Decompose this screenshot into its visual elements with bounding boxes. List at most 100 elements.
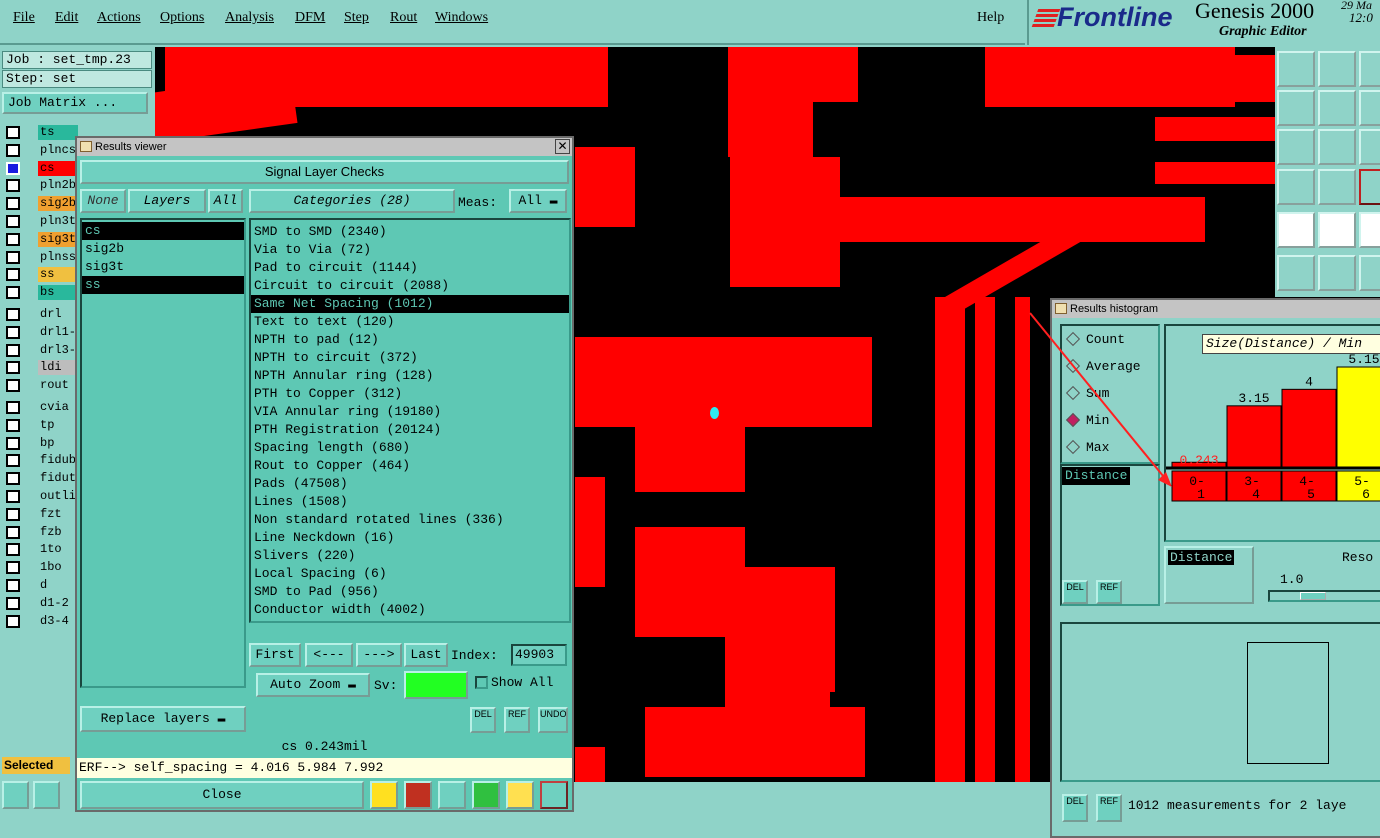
layer-row[interactable]: d3-4 xyxy=(4,613,78,629)
toolbox-button-10[interactable] xyxy=(1277,169,1315,205)
layer-name[interactable]: fzt xyxy=(38,506,78,522)
layer-checkbox[interactable] xyxy=(6,579,20,592)
toolbox-button-4[interactable] xyxy=(1277,90,1315,126)
layer-name[interactable]: rout xyxy=(38,378,78,394)
result-layer-item[interactable]: sig2b xyxy=(82,240,244,258)
layer-row[interactable]: ts xyxy=(4,125,78,140)
prev-button[interactable]: <--- xyxy=(305,643,353,667)
category-item[interactable]: PTH Registration (20124) xyxy=(251,421,569,439)
layer-row[interactable]: ldi xyxy=(4,360,78,376)
layer-checkbox[interactable] xyxy=(6,343,20,357)
next-button[interactable]: ---> xyxy=(356,643,402,667)
layer-checkbox[interactable] xyxy=(6,161,20,175)
layer-checkbox[interactable] xyxy=(6,596,20,610)
layer-name[interactable]: sig3t xyxy=(38,231,78,247)
layer-name[interactable]: drl3- xyxy=(38,342,78,358)
distance-field[interactable]: Distance xyxy=(1164,546,1254,604)
category-item[interactable]: NPTH Annular ring (128) xyxy=(251,367,569,385)
layer-name[interactable]: plncs xyxy=(38,142,78,158)
tool-measure-icon[interactable] xyxy=(33,781,60,809)
layer-row[interactable]: fzb xyxy=(4,524,78,540)
radio-icon[interactable] xyxy=(1065,412,1081,428)
histogram-icon[interactable] xyxy=(540,781,568,809)
layer-checkbox[interactable] xyxy=(6,361,20,375)
layer-name[interactable]: cvia xyxy=(38,400,78,415)
report-icon[interactable] xyxy=(506,781,534,809)
layer-checkbox[interactable] xyxy=(6,436,20,450)
toolbox-button-11[interactable] xyxy=(1318,169,1356,205)
layer-checkbox[interactable] xyxy=(6,525,20,539)
menu-windows[interactable]: Windows xyxy=(435,10,488,26)
category-item[interactable]: Pad to circuit (1144) xyxy=(251,259,569,277)
category-item[interactable]: Same Net Spacing (1012) xyxy=(251,295,569,313)
toolbox-button-2[interactable] xyxy=(1318,51,1356,87)
layer-name[interactable]: ts xyxy=(38,125,78,140)
reso-slider[interactable] xyxy=(1268,590,1380,602)
layer-name[interactable]: d3-4 xyxy=(38,613,78,629)
category-item[interactable]: Circuit to circuit (2088) xyxy=(251,277,569,295)
menu-analysis[interactable]: Analysis xyxy=(225,10,274,26)
layer-checkbox[interactable] xyxy=(6,232,20,246)
tool-zoom-icon[interactable] xyxy=(2,781,29,809)
layer-row[interactable]: pln3t xyxy=(4,214,78,229)
layer-results-list[interactable]: cs sig2b sig3t ss xyxy=(80,218,246,688)
layer-checkbox[interactable] xyxy=(6,614,20,628)
layer-name[interactable]: ldi xyxy=(38,360,78,376)
layer-row[interactable]: sig3t xyxy=(4,231,78,247)
category-item[interactable]: SMD to Pad (956) xyxy=(251,583,569,601)
layer-row[interactable]: cs xyxy=(4,160,78,176)
layer-checkbox[interactable] xyxy=(6,197,20,211)
layer-row[interactable]: outli xyxy=(4,489,78,504)
layer-checkbox[interactable] xyxy=(6,418,20,432)
meas-dropdown[interactable]: All ▬ xyxy=(509,189,567,213)
window-menu-icon[interactable] xyxy=(1055,303,1067,314)
layers-button[interactable]: Layers xyxy=(128,189,206,213)
menu-options[interactable]: Options xyxy=(160,10,204,26)
toolbox-button-8[interactable] xyxy=(1318,129,1356,165)
result-layer-item[interactable]: sig3t xyxy=(82,258,244,276)
radio-icon[interactable] xyxy=(1065,439,1081,455)
no-ref-icon[interactable] xyxy=(438,781,466,809)
layer-checkbox[interactable] xyxy=(6,215,20,228)
show-all-checkbox[interactable] xyxy=(475,676,488,689)
field-item-distance[interactable]: Distance xyxy=(1062,467,1131,485)
index-field[interactable]: 49903 xyxy=(511,644,567,666)
layer-row[interactable]: tp xyxy=(4,417,78,433)
status-ref-button[interactable]: REF xyxy=(1096,794,1122,822)
ref-button[interactable]: REF xyxy=(504,707,530,733)
toolbox-button-18[interactable] xyxy=(1359,255,1380,291)
layer-name[interactable]: ss xyxy=(38,267,78,283)
layer-checkbox[interactable] xyxy=(6,490,20,503)
layer-name[interactable]: cs xyxy=(38,160,78,176)
menu-file[interactable]: File xyxy=(13,10,35,26)
layer-checkbox[interactable] xyxy=(6,286,20,300)
toolbox-button-17[interactable] xyxy=(1318,255,1356,291)
job-matrix-button[interactable]: Job Matrix ... xyxy=(2,92,148,114)
layer-checkbox[interactable] xyxy=(6,401,20,414)
layer-row[interactable]: 1to xyxy=(4,542,78,558)
aggregate-option[interactable]: Min xyxy=(1062,407,1158,434)
layer-row[interactable]: drl1- xyxy=(4,324,78,340)
layer-name[interactable]: drl1- xyxy=(38,324,78,340)
layer-row[interactable]: cvia xyxy=(4,400,78,415)
layer-checkbox[interactable] xyxy=(6,472,20,486)
layer-checkbox[interactable] xyxy=(6,250,20,264)
toolbox-button-3[interactable] xyxy=(1359,51,1380,87)
layer-name[interactable]: drl xyxy=(38,307,78,322)
menu-edit[interactable]: Edit xyxy=(55,10,78,26)
layer-row[interactable]: rout xyxy=(4,378,78,394)
all-button[interactable]: All xyxy=(208,189,243,213)
layer-checkbox[interactable] xyxy=(6,308,20,321)
layer-name[interactable]: fzb xyxy=(38,524,78,540)
layer-row[interactable]: drl xyxy=(4,307,78,322)
layer-checkbox[interactable] xyxy=(6,179,20,193)
category-item[interactable]: Via to Via (72) xyxy=(251,241,569,259)
histogram-del-button[interactable]: DEL xyxy=(1062,580,1088,604)
menu-rout[interactable]: Rout xyxy=(390,10,417,26)
radio-icon[interactable] xyxy=(1065,331,1081,347)
layer-name[interactable]: tp xyxy=(38,417,78,433)
layer-checkbox[interactable] xyxy=(6,126,20,139)
categories-list[interactable]: SMD to SMD (2340) Via to Via (72) Pad to c… xyxy=(249,218,571,623)
layer-row[interactable]: bp xyxy=(4,435,78,451)
toolbox-button-9[interactable] xyxy=(1359,129,1380,165)
